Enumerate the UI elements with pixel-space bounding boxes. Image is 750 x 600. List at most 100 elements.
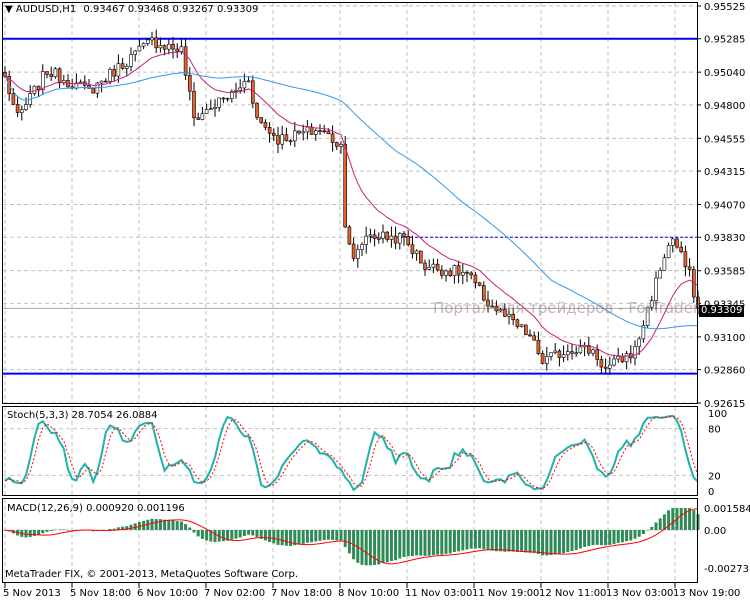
candle-body [99, 80, 104, 84]
candle-body [410, 244, 415, 254]
macd-bar [562, 530, 566, 554]
macd-bar [692, 510, 696, 530]
candle-body [397, 233, 402, 244]
macd-bar [289, 530, 293, 547]
candle-body [150, 37, 154, 41]
macd-bar [515, 530, 519, 553]
grid [3, 3, 701, 588]
macd-bar [410, 530, 414, 557]
candle-body [141, 43, 146, 47]
time-tick-label: 7 Nov 02:00 [204, 588, 265, 599]
candle-body [200, 113, 205, 120]
candle-body [519, 324, 524, 327]
macd-bar [557, 530, 561, 554]
macd-bar [360, 530, 364, 565]
candle-body [654, 277, 658, 301]
candle-body [599, 359, 604, 368]
macd-bar [171, 520, 175, 530]
candle-body [175, 48, 179, 52]
candle-body [137, 45, 142, 52]
price-tick-label: 0.94315 [704, 167, 745, 178]
macd-tick-label: 0.001584 [704, 504, 750, 515]
candle-body [658, 270, 663, 279]
horizontal-levels[interactable] [3, 37, 697, 375]
time-tick-label: 12 Nov 11:00 [539, 588, 606, 599]
macd-bar [318, 530, 322, 541]
candle-body [53, 68, 58, 77]
candle-body [133, 50, 137, 55]
candle-body [36, 85, 41, 90]
macd-bar [276, 530, 280, 545]
candle-body [670, 238, 675, 246]
macd-bar [448, 530, 452, 554]
macd-bar [444, 530, 448, 554]
candle-body [11, 93, 16, 105]
time-tick-label: 8 Nov 10:00 [338, 588, 399, 599]
candle-body [339, 144, 343, 147]
candle-body [402, 233, 406, 237]
collapse-triangle-icon[interactable]: ▼ [5, 4, 13, 15]
price-tick-label: 0.94555 [704, 134, 745, 145]
candle-body [351, 243, 356, 259]
candle-body [255, 102, 259, 118]
macd-bar [595, 530, 599, 545]
macd-bar [570, 530, 574, 552]
macd-bar [625, 530, 629, 542]
macd-bar [553, 530, 557, 555]
candle-body [146, 39, 150, 44]
candle-body [515, 319, 520, 327]
candle-body [213, 107, 217, 109]
macd-bar [150, 518, 154, 530]
macd-bar [58, 529, 62, 531]
macd-bar [49, 530, 53, 531]
candle-body [528, 334, 532, 337]
candles [3, 29, 700, 375]
macd-bar [205, 530, 209, 541]
macd-bar [650, 526, 654, 530]
macd-bar [347, 530, 351, 554]
candle-body [452, 265, 457, 276]
candle-body [427, 266, 432, 270]
macd-bar [339, 530, 343, 541]
candle-body [523, 324, 528, 336]
candle-body [565, 351, 570, 356]
candle-body [263, 122, 268, 128]
candle-body [167, 43, 171, 50]
macd-bar [473, 530, 477, 549]
candle-body [234, 89, 238, 92]
candle-body [343, 144, 348, 228]
candle-body [225, 97, 230, 100]
macd-bar [616, 530, 620, 543]
time-tick-label: 6 Nov 10:00 [137, 588, 198, 599]
macd-bar [230, 530, 234, 540]
macd-bar [238, 530, 242, 538]
macd-bar [532, 530, 536, 553]
macd-bar [305, 530, 309, 543]
time-tick-label: 7 Nov 18:00 [271, 588, 332, 599]
ohlc-values: 0.93467 0.93468 0.93267 0.93309 [83, 4, 259, 15]
candle-body [305, 126, 310, 133]
macd-bar [331, 530, 335, 540]
macd-bar [272, 530, 276, 544]
macd-bar [478, 530, 482, 549]
macd-bar [255, 530, 259, 538]
macd-tick-label: 0.00 [704, 526, 726, 537]
candle-body [423, 262, 427, 270]
candle-body [19, 109, 24, 113]
candle-body [322, 130, 327, 133]
candle-body [595, 349, 600, 360]
price-tick-label: 0.93100 [704, 333, 745, 344]
macd-bar [263, 530, 267, 541]
candle-body [162, 45, 167, 50]
macd-bar [184, 524, 188, 530]
macd-bar [406, 530, 410, 557]
macd-bar [524, 530, 528, 553]
macd-bar [457, 530, 461, 552]
candle-body [620, 356, 625, 363]
candle-body [465, 272, 469, 274]
candle-body [444, 270, 448, 276]
macd-bar [129, 524, 133, 530]
candle-body [158, 45, 163, 49]
candle-body [246, 80, 251, 83]
candle-body [179, 46, 184, 52]
